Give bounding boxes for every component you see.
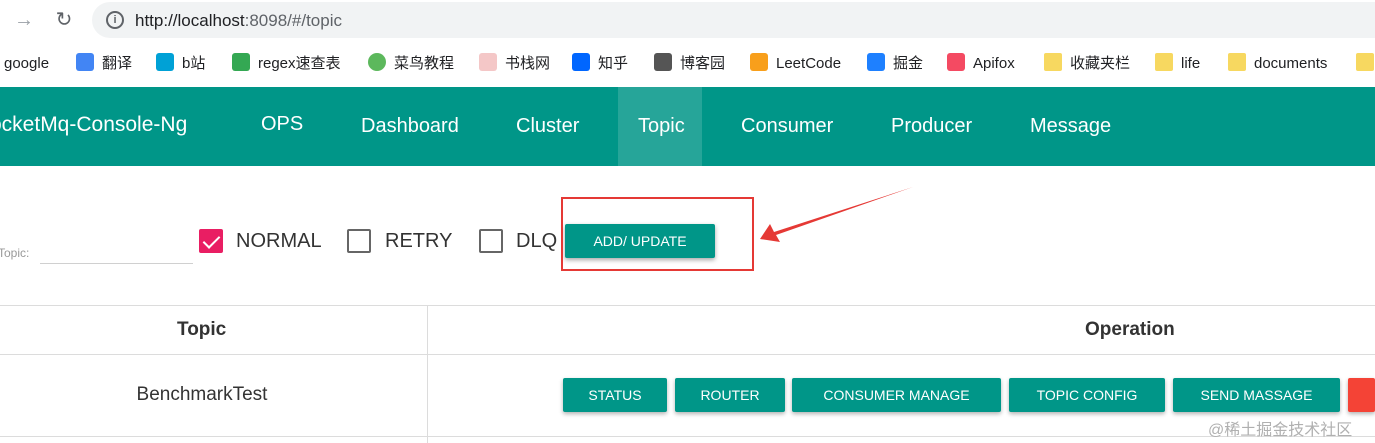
apifox-icon bbox=[947, 53, 965, 71]
leetcode-icon bbox=[750, 53, 768, 71]
retry-checkbox[interactable] bbox=[347, 229, 371, 253]
nav-cluster[interactable]: Cluster bbox=[496, 87, 599, 166]
bookstack-icon bbox=[479, 53, 497, 71]
bookmark-folder-favorites[interactable]: 收藏夹栏 bbox=[1044, 53, 1130, 75]
bookmark-bookstack[interactable]: 书栈网 bbox=[479, 53, 550, 75]
info-icon[interactable]: i bbox=[106, 11, 124, 29]
lock-icon bbox=[232, 53, 250, 71]
watermark-text: @稀土掘金技术社区 bbox=[1208, 422, 1353, 439]
send-message-button[interactable]: SEND MASSAGE bbox=[1173, 378, 1340, 412]
browser-toolbar: → ↻ i http://localhost:8098/#/topic bbox=[0, 0, 1375, 40]
normal-checkbox[interactable] bbox=[199, 229, 223, 253]
table-row-topic-name: BenchmarkTest bbox=[136, 384, 268, 405]
status-button[interactable]: STATUS bbox=[563, 378, 667, 412]
retry-checkbox-label[interactable]: RETRY bbox=[385, 230, 452, 253]
url-text[interactable]: http://localhost:8098/#/topic bbox=[135, 11, 342, 31]
bookmark-translate[interactable]: 翻译 bbox=[76, 53, 132, 75]
delete-button[interactable] bbox=[1348, 378, 1375, 412]
folder-icon bbox=[1044, 53, 1062, 71]
bilibili-icon bbox=[156, 53, 174, 71]
nav-consumer[interactable]: Consumer bbox=[721, 87, 853, 166]
dlq-checkbox[interactable] bbox=[479, 229, 503, 253]
bookmark-regex[interactable]: regex速查表 bbox=[232, 53, 341, 75]
topic-filter-label: Topic: bbox=[0, 246, 30, 260]
bookmark-leetcode[interactable]: LeetCode bbox=[750, 53, 841, 75]
runoob-icon bbox=[368, 53, 386, 71]
bookmark-google[interactable]: google bbox=[4, 53, 49, 75]
zhihu-icon bbox=[572, 53, 590, 71]
folder-icon bbox=[1356, 53, 1374, 71]
annotation-arrow bbox=[760, 187, 913, 242]
bookmarks-bar: google 翻译 b站 regex速查表 菜鸟教程 书栈网 知乎 博客园 Le… bbox=[0, 44, 1375, 84]
nav-message[interactable]: Message bbox=[1010, 87, 1131, 166]
forward-arrow-icon[interactable]: → bbox=[12, 8, 36, 32]
annotation-highlight-box bbox=[561, 197, 754, 271]
bookmark-apifox[interactable]: Apifox bbox=[947, 53, 1015, 75]
bookmark-folder-documents[interactable]: documents bbox=[1228, 53, 1327, 75]
bookmark-folder-life[interactable]: life bbox=[1155, 53, 1200, 75]
bookmark-bilibili[interactable]: b站 bbox=[156, 53, 205, 75]
bookmark-folder-more[interactable] bbox=[1356, 53, 1375, 75]
bookmark-runoob[interactable]: 菜鸟教程 bbox=[368, 53, 454, 75]
nav-ops[interactable]: OPS bbox=[241, 87, 323, 166]
bookmark-juejin[interactable]: 掘金 bbox=[867, 53, 923, 75]
folder-icon bbox=[1228, 53, 1246, 71]
nav-producer[interactable]: Producer bbox=[871, 87, 992, 166]
dlq-checkbox-label[interactable]: DLQ bbox=[516, 230, 557, 253]
bookmark-cnblogs[interactable]: 博客园 bbox=[654, 53, 725, 75]
juejin-icon bbox=[867, 53, 885, 71]
reload-icon[interactable]: ↻ bbox=[52, 8, 76, 32]
nav-topic[interactable]: Topic bbox=[618, 87, 702, 166]
translate-icon bbox=[76, 53, 94, 71]
bookmark-zhihu[interactable]: 知乎 bbox=[572, 53, 628, 75]
table-top-border bbox=[0, 305, 1375, 306]
consumer-manage-button[interactable]: CONSUMER MANAGE bbox=[792, 378, 1001, 412]
app-header: ocketMq-Console-Ng OPS Dashboard Cluster… bbox=[0, 87, 1375, 166]
router-button[interactable]: ROUTER bbox=[675, 378, 785, 412]
topic-config-button[interactable]: TOPIC CONFIG bbox=[1009, 378, 1165, 412]
table-column-divider bbox=[427, 305, 428, 443]
column-header-topic: Topic bbox=[177, 319, 227, 340]
cnblogs-icon bbox=[654, 53, 672, 71]
brand-title[interactable]: ocketMq-Console-Ng bbox=[0, 113, 187, 137]
normal-checkbox-label[interactable]: NORMAL bbox=[236, 230, 322, 253]
column-header-operation: Operation bbox=[1085, 319, 1175, 340]
nav-dashboard[interactable]: Dashboard bbox=[341, 87, 479, 166]
table-row-border bbox=[0, 436, 1375, 437]
topic-filter-input[interactable] bbox=[40, 236, 193, 264]
address-bar[interactable]: i http://localhost:8098/#/topic bbox=[92, 2, 1375, 38]
folder-icon bbox=[1155, 53, 1173, 71]
table-header-border bbox=[0, 354, 1375, 355]
